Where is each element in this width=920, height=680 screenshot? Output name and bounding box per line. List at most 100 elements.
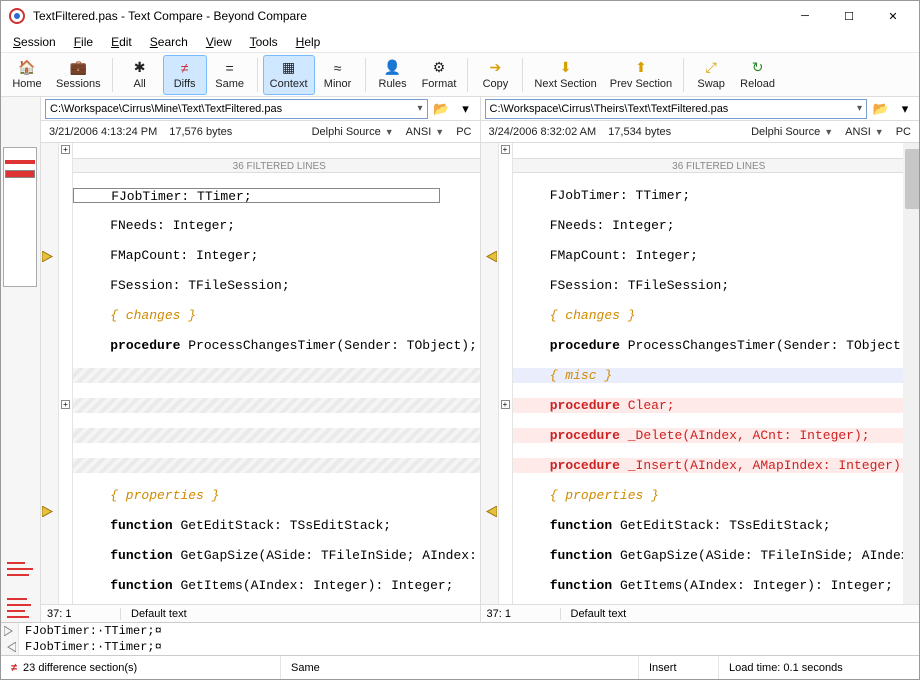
left-dropdown-button[interactable]: ▾ <box>456 99 476 119</box>
referee-icon: 👤 <box>384 59 401 77</box>
separator <box>467 58 468 92</box>
diff-arrow-icon[interactable] <box>42 251 57 262</box>
merge-left-icon[interactable] <box>1 639 19 655</box>
menu-tools[interactable]: Tools <box>242 33 286 51</box>
path-row: C:\Workspace\Cirrus\Mine\Text\TextFilter… <box>1 97 919 121</box>
right-pane: + + 36 FILTERED LINES FJobTimer: TTimer;… <box>481 143 920 622</box>
minor-button[interactable]: ≈Minor <box>316 55 360 95</box>
expand-icon[interactable]: + <box>501 400 510 409</box>
expand-icon[interactable]: + <box>61 145 70 154</box>
menu-search[interactable]: Search <box>142 33 196 51</box>
copy-button[interactable]: ➔Copy <box>473 55 517 95</box>
merge-right-icon[interactable] <box>1 623 19 639</box>
line-compare-pane: FJobTimer:·TTimer;¤ FJobTimer:·TTimer;¤ <box>1 622 919 655</box>
arrow-up-icon: ⬆ <box>635 59 647 77</box>
diff-arrow-icon[interactable] <box>482 251 497 262</box>
all-button[interactable]: ✱All <box>118 55 162 95</box>
minimize-button[interactable]: ─ <box>783 2 827 30</box>
line-compare-bottom: FJobTimer:·TTimer;¤ <box>1 639 919 655</box>
home-button[interactable]: 🏠Home <box>5 55 49 95</box>
left-pane-status: 37: 1 Default text <box>41 604 480 622</box>
format-button[interactable]: ⚙Format <box>416 55 463 95</box>
diffs-button[interactable]: ≠Diffs <box>163 55 207 95</box>
right-code[interactable]: 36 FILTERED LINES FJobTimer: TTimer; FNe… <box>513 143 920 604</box>
format-icon: ⚙ <box>433 59 446 77</box>
left-enc2: PC <box>456 126 471 138</box>
vertical-scrollbar[interactable] <box>903 143 919 604</box>
left-arrow-gutter <box>41 143 59 604</box>
right-date: 3/24/2006 8:32:02 AM <box>489 126 597 138</box>
left-lang-dropdown[interactable]: Delphi Source▼ <box>312 126 394 138</box>
menu-help[interactable]: Help <box>288 33 329 51</box>
toolbar: 🏠Home 💼Sessions ✱All ≠Diffs =Same ▦Conte… <box>1 53 919 97</box>
left-date: 3/21/2006 4:13:24 PM <box>49 126 157 138</box>
main-area: + + 36 FILTERED LINES FJobTimer: TTimer;… <box>1 143 919 622</box>
info-row: 3/21/2006 4:13:24 PM 17,576 bytes Delphi… <box>1 121 919 143</box>
right-size: 17,534 bytes <box>608 126 671 138</box>
approx-icon: ≈ <box>334 59 342 77</box>
right-path-input[interactable]: C:\Workspace\Cirrus\Theirs\Text\TextFilt… <box>485 99 868 119</box>
separator <box>522 58 523 92</box>
equal-icon: = <box>226 59 234 77</box>
left-info: 3/21/2006 4:13:24 PM 17,576 bytes Delphi… <box>41 121 481 142</box>
menu-session[interactable]: Session <box>5 33 64 51</box>
right-mode: Default text <box>561 608 920 620</box>
asterisk-icon: ✱ <box>134 59 146 77</box>
next-section-button[interactable]: ⬇Next Section <box>528 55 602 95</box>
right-dropdown-button[interactable]: ▾ <box>895 99 915 119</box>
swap-button[interactable]: ⤢Swap <box>689 55 733 95</box>
separator <box>112 58 113 92</box>
close-button[interactable]: ✕ <box>871 2 915 30</box>
diff-arrow-icon[interactable] <box>42 506 57 517</box>
left-fold-gutter[interactable]: + + <box>59 143 73 604</box>
expand-icon[interactable]: + <box>61 400 70 409</box>
thumbnail-overview[interactable] <box>3 147 37 287</box>
briefcase-icon: 💼 <box>70 59 87 77</box>
prev-section-button[interactable]: ⬆Prev Section <box>604 55 678 95</box>
right-path-cell: C:\Workspace\Cirrus\Theirs\Text\TextFilt… <box>481 97 920 120</box>
left-open-button[interactable]: 📂 <box>432 99 452 119</box>
menubar: Session File Edit Search View Tools Help <box>1 31 919 53</box>
left-code[interactable]: 36 FILTERED LINES FJobTimer: TTimer; FNe… <box>73 143 480 604</box>
left-size: 17,576 bytes <box>169 126 232 138</box>
right-enc2: PC <box>896 126 911 138</box>
line-compare-top: FJobTimer:·TTimer;¤ <box>1 623 919 639</box>
maximize-button[interactable]: ☐ <box>827 2 871 30</box>
left-path-cell: C:\Workspace\Cirrus\Mine\Text\TextFilter… <box>41 97 481 120</box>
sessions-button[interactable]: 💼Sessions <box>50 55 107 95</box>
same-button[interactable]: =Same <box>208 55 252 95</box>
separator <box>683 58 684 92</box>
menu-edit[interactable]: Edit <box>103 33 140 51</box>
reload-button[interactable]: ↻Reload <box>734 55 781 95</box>
context-button[interactable]: ▦Context <box>263 55 315 95</box>
left-cursor-pos: 37: 1 <box>41 608 121 620</box>
right-lang-dropdown[interactable]: Delphi Source▼ <box>751 126 833 138</box>
status-center: Same <box>281 656 639 679</box>
context-icon: ▦ <box>282 59 295 77</box>
left-pane: + + 36 FILTERED LINES FJobTimer: TTimer;… <box>41 143 481 622</box>
thumbnail-gutter[interactable] <box>1 97 41 622</box>
swap-icon: ⤢ <box>706 59 717 77</box>
right-fold-gutter[interactable]: + + <box>499 143 513 604</box>
diff-arrow-icon[interactable] <box>482 506 497 517</box>
menu-file[interactable]: File <box>66 33 101 51</box>
titlebar: TextFiltered.pas - Text Compare - Beyond… <box>1 1 919 31</box>
statusbar: ≠23 difference section(s) Same Insert Lo… <box>1 655 919 679</box>
arrow-right-icon: ➔ <box>490 59 502 77</box>
window-title: TextFiltered.pas - Text Compare - Beyond… <box>33 9 783 23</box>
right-info: 3/24/2006 8:32:02 AM 17,534 bytes Delphi… <box>481 121 920 142</box>
not-equal-icon: ≠ <box>181 59 189 77</box>
right-cursor-pos: 37: 1 <box>481 608 561 620</box>
arrow-down-icon: ⬇ <box>560 59 572 77</box>
rules-button[interactable]: 👤Rules <box>371 55 415 95</box>
home-icon: 🏠 <box>18 59 35 77</box>
not-equal-icon: ≠ <box>11 662 17 674</box>
filtered-line: 36 FILTERED LINES <box>513 158 920 173</box>
expand-icon[interactable]: + <box>501 145 510 154</box>
left-path-input[interactable]: C:\Workspace\Cirrus\Mine\Text\TextFilter… <box>45 99 428 119</box>
filtered-line: 36 FILTERED LINES <box>73 158 480 173</box>
right-open-button[interactable]: 📂 <box>871 99 891 119</box>
left-enc-dropdown[interactable]: ANSI▼ <box>406 126 445 138</box>
right-enc-dropdown[interactable]: ANSI▼ <box>845 126 884 138</box>
menu-view[interactable]: View <box>198 33 240 51</box>
